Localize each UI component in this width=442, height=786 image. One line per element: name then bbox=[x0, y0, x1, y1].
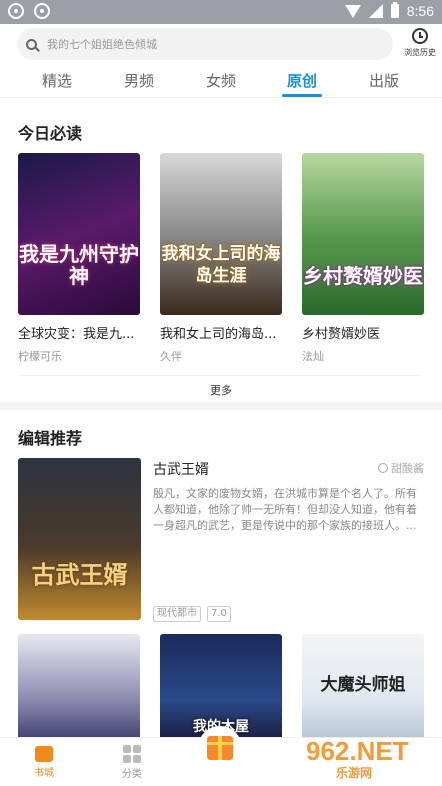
book-author: 久伴 bbox=[160, 350, 182, 363]
nav-category[interactable]: 分类 bbox=[102, 742, 162, 780]
status-bar: 8:56 bbox=[0, 0, 442, 24]
wifi-icon bbox=[344, 4, 361, 18]
author-name: 甜酸酱 bbox=[391, 462, 424, 475]
featured-book-title[interactable]: 古武王婿 bbox=[153, 459, 209, 479]
grid-icon bbox=[123, 745, 141, 763]
book-cover: 大魔头师姐 bbox=[302, 634, 424, 744]
cover-text: 我和女上司的海岛生涯 bbox=[161, 244, 281, 286]
watermark-sub: 乐游网 bbox=[336, 766, 373, 780]
sync-icon bbox=[34, 3, 50, 19]
book-cover: 我是九州守护神 bbox=[18, 153, 140, 315]
divider bbox=[20, 375, 420, 376]
tab-featured[interactable]: 精选 bbox=[42, 70, 72, 91]
cover-text: 乡村赘婿妙医 bbox=[303, 264, 423, 288]
book-card[interactable] bbox=[18, 634, 140, 744]
book-cover: 我和女上司的海岛生涯 bbox=[160, 153, 282, 315]
search-input[interactable]: 我的七个姐姐绝色倾城 bbox=[17, 28, 393, 60]
cover-text: 古武王婿 bbox=[31, 561, 128, 589]
genre-tag[interactable]: 现代都市 bbox=[153, 606, 201, 622]
tab-original[interactable]: 原创 bbox=[287, 70, 317, 91]
search-icon bbox=[26, 38, 37, 50]
rating-tag: 7.0 bbox=[207, 606, 231, 622]
featured-book-cover[interactable]: 古武王婿 bbox=[18, 458, 141, 620]
tab-publish[interactable]: 出版 bbox=[369, 70, 399, 91]
section-title-editor: 编辑推荐 bbox=[18, 429, 83, 448]
book-author: 法灿 bbox=[302, 350, 324, 363]
featured-book-author: 甜酸酱 bbox=[378, 460, 424, 476]
book-card[interactable]: 乡村赘婿妙医 乡村赘婿妙医 法灿 bbox=[302, 153, 424, 364]
history-label: 浏览历史 bbox=[404, 48, 436, 57]
gift-icon bbox=[207, 736, 233, 760]
nav-bookstore[interactable]: 书城 bbox=[14, 742, 74, 779]
cover-text: 大魔头师姐 bbox=[320, 675, 406, 695]
featured-book-description: 殷凡，文家的废物女婿，在洪城市算是个名人了。所有人都知道，他除了帅一无所有！但却… bbox=[153, 487, 417, 532]
history-button[interactable]: 浏览历史 bbox=[400, 28, 440, 64]
section-gap bbox=[0, 402, 442, 410]
clock-icon bbox=[412, 28, 428, 44]
watermark-main: 962.NET bbox=[306, 736, 409, 766]
tab-female[interactable]: 女频 bbox=[206, 70, 236, 91]
settings-icon bbox=[8, 3, 24, 19]
nav-label: 书城 bbox=[34, 768, 54, 779]
category-tabs: 精选 男频 女频 原创 出版 bbox=[0, 66, 442, 96]
signal-icon bbox=[368, 4, 383, 18]
battery-icon bbox=[390, 2, 399, 18]
nav-label: 分类 bbox=[122, 769, 142, 780]
tab-male[interactable]: 男频 bbox=[124, 70, 154, 91]
cover-text: 我是九州守护神 bbox=[19, 242, 139, 288]
book-cover: 乡村赘婿妙医 bbox=[302, 153, 424, 315]
status-time: 8:56 bbox=[406, 3, 434, 19]
gift-button[interactable] bbox=[198, 726, 242, 770]
search-placeholder: 我的七个姐姐绝色倾城 bbox=[47, 38, 157, 51]
book-author: 柠檬可乐 bbox=[18, 350, 62, 363]
more-button[interactable]: 更多 bbox=[0, 382, 442, 398]
tab-divider bbox=[0, 97, 442, 98]
book-cover bbox=[18, 634, 140, 744]
book-card[interactable]: 我是九州守护神 全球灾变：我是九... 柠檬可乐 bbox=[18, 153, 140, 364]
book-title: 乡村赘婿妙医 bbox=[302, 327, 381, 342]
home-icon bbox=[35, 746, 53, 762]
book-title: 我和女上司的海岛... bbox=[160, 327, 277, 342]
section-title-today: 今日必读 bbox=[18, 124, 83, 143]
book-card[interactable]: 我和女上司的海岛生涯 我和女上司的海岛... 久伴 bbox=[160, 153, 282, 364]
book-title: 全球灾变：我是九... bbox=[18, 327, 135, 342]
watermark-logo: 962.NET 乐游网 bbox=[306, 736, 409, 779]
person-icon bbox=[378, 463, 388, 473]
book-card[interactable]: 大魔头师姐 bbox=[302, 634, 424, 744]
